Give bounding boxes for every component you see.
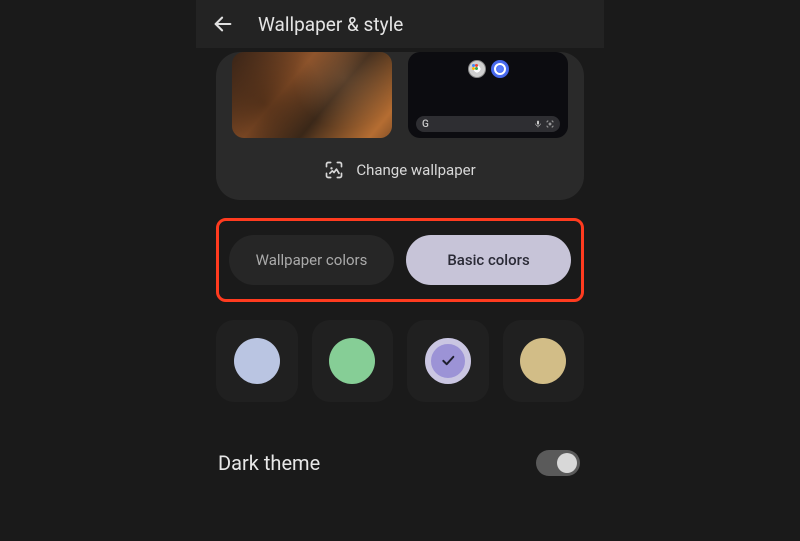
change-wallpaper-button[interactable]: Change wallpaper bbox=[216, 160, 584, 180]
homescreen-preview[interactable]: G bbox=[408, 52, 568, 138]
arrow-left-icon bbox=[212, 13, 234, 35]
wallpaper-icon bbox=[324, 160, 344, 180]
swatch-circle-selected bbox=[425, 338, 471, 384]
swatch-sand-beige[interactable] bbox=[503, 320, 585, 402]
tab-wallpaper-colors[interactable]: Wallpaper colors bbox=[229, 235, 394, 285]
google-g-icon: G bbox=[422, 119, 429, 130]
swatch-mint-green[interactable] bbox=[312, 320, 394, 402]
swatch-lavender-blue[interactable] bbox=[216, 320, 298, 402]
check-icon bbox=[440, 352, 456, 368]
toggle-knob bbox=[557, 453, 577, 473]
lens-icon bbox=[546, 120, 554, 128]
lockscreen-preview[interactable] bbox=[232, 52, 392, 138]
tab-label: Wallpaper colors bbox=[256, 251, 368, 269]
google-app-icon bbox=[468, 60, 486, 78]
swatch-circle bbox=[520, 338, 566, 384]
back-button[interactable] bbox=[212, 13, 234, 35]
settings-app-icon bbox=[491, 60, 509, 78]
swatch-periwinkle[interactable] bbox=[407, 320, 489, 402]
swatch-circle bbox=[234, 338, 280, 384]
swatch-circle bbox=[329, 338, 375, 384]
color-source-tabs-highlight: Wallpaper colors Basic colors bbox=[216, 218, 584, 302]
tab-label: Basic colors bbox=[447, 251, 529, 269]
color-swatch-row bbox=[216, 320, 584, 402]
home-app-icons bbox=[416, 60, 560, 78]
mic-icon bbox=[534, 120, 542, 128]
app-header: Wallpaper & style bbox=[196, 0, 604, 48]
dark-theme-row: Dark theme bbox=[216, 450, 584, 476]
page-title: Wallpaper & style bbox=[258, 13, 403, 36]
tab-basic-colors[interactable]: Basic colors bbox=[406, 235, 571, 285]
wallpaper-preview-card: G Change wallpaper bbox=[216, 52, 584, 200]
change-wallpaper-label: Change wallpaper bbox=[356, 161, 475, 179]
dark-theme-toggle[interactable] bbox=[536, 450, 580, 476]
search-bar-preview: G bbox=[416, 116, 560, 132]
wallpaper-style-screen: Wallpaper & style G bbox=[196, 0, 604, 541]
dark-theme-label: Dark theme bbox=[218, 451, 320, 475]
